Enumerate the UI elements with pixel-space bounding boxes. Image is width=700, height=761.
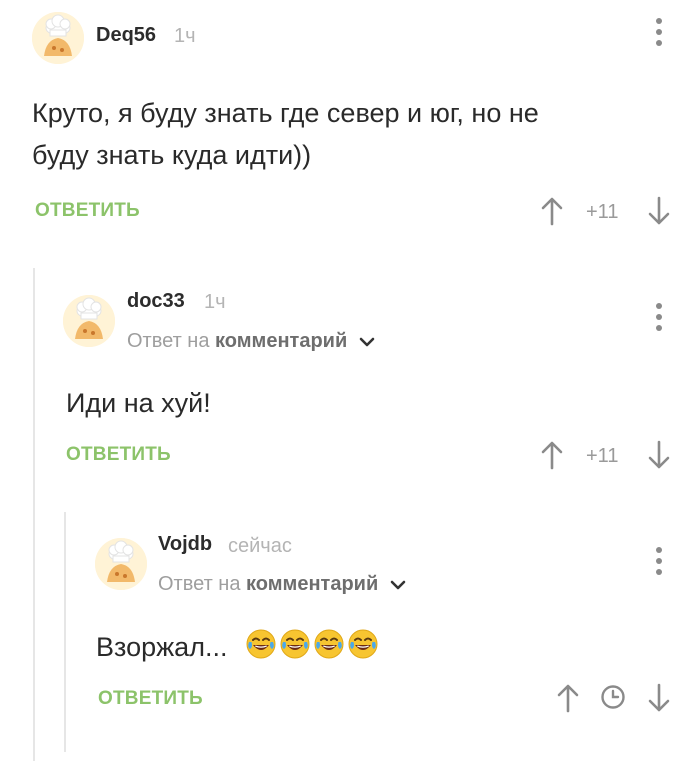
arrow-up-icon: [557, 684, 579, 713]
upvote-button[interactable]: [556, 683, 580, 718]
tears-of-joy-emoji: [280, 629, 310, 659]
arrow-down-icon: [648, 683, 670, 712]
more-vertical-icon[interactable]: [655, 547, 663, 580]
clock-icon: [601, 685, 625, 709]
reply-to-target: комментарий: [246, 573, 379, 595]
chef-avatar-icon: [95, 538, 147, 590]
avatar[interactable]: [95, 538, 147, 590]
comment-vojdb: Vojdb сейчас Ответ на комментарий Взоржа…: [0, 0, 700, 761]
comment-time: сейчас: [228, 535, 292, 557]
reply-to-link[interactable]: Ответ на комментарий: [158, 573, 406, 596]
tears-of-joy-emoji: [246, 629, 276, 659]
comment-text: Взоржал...: [96, 626, 379, 668]
author-name[interactable]: Vojdb: [158, 533, 212, 556]
tears-of-joy-emoji: [314, 629, 344, 659]
reply-button[interactable]: ОТВЕТИТЬ: [98, 688, 203, 710]
rating-pending: [600, 684, 626, 715]
comment-text-content: Взоржал...: [96, 632, 228, 662]
downvote-button[interactable]: [647, 683, 671, 718]
tears-of-joy-emoji: [348, 629, 378, 659]
emoji-row: [235, 629, 379, 662]
reply-to-prefix: Ответ на: [158, 573, 241, 595]
chevron-down-icon: [390, 580, 406, 590]
